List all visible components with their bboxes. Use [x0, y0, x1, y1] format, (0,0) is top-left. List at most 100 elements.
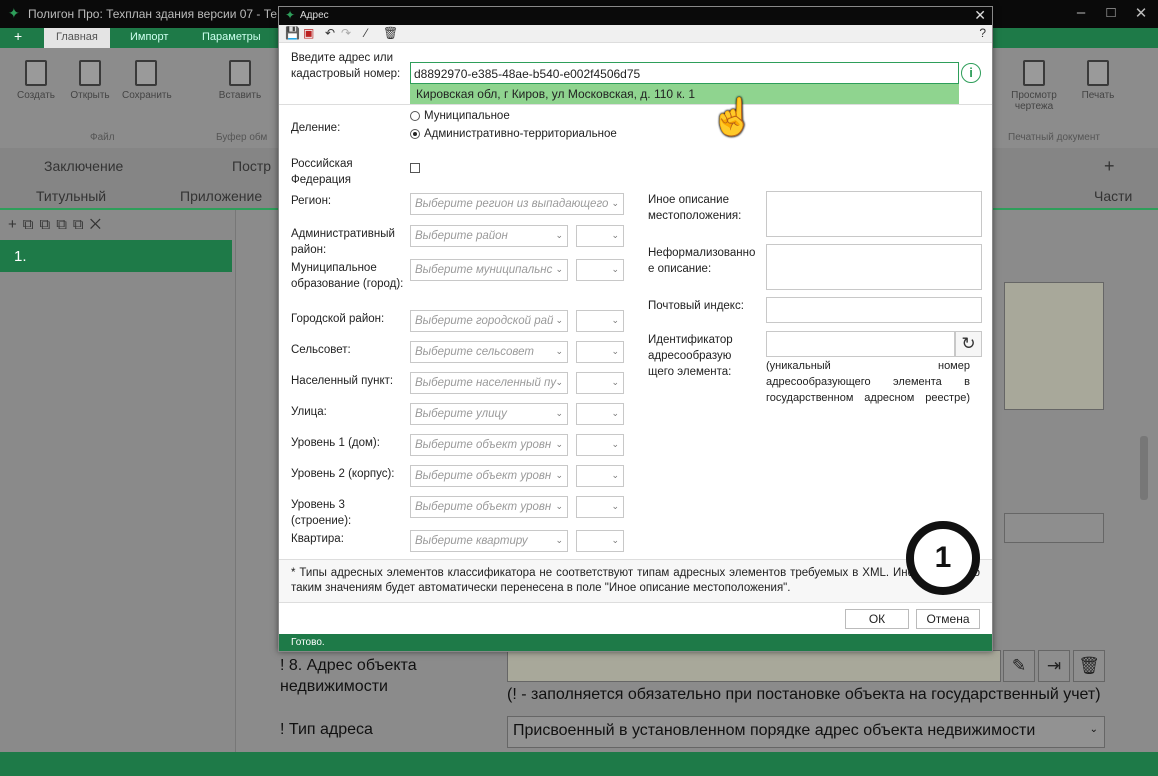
close-icon[interactable]: ✕	[974, 7, 986, 24]
division-label: Деление:	[291, 122, 341, 134]
chevron-down-icon: ⌄	[611, 198, 619, 208]
city-district-select[interactable]: Выберите городской рай ⌄	[410, 310, 568, 332]
dialog-toolbar: 💾 ▣ ↶ ↷ ⁄ 🗑 ?	[279, 25, 992, 43]
selsovet-label: Сельсовет:	[291, 344, 351, 356]
duplicate-item-icon[interactable]: ⧉	[39, 216, 56, 233]
chevron-down-icon: ⌄	[611, 470, 619, 480]
ok-button[interactable]: ОК	[845, 609, 909, 629]
id-field[interactable]	[766, 331, 955, 357]
chevron-down-icon: ⌄	[611, 408, 619, 418]
postal-label: Почтовый индекс:	[648, 300, 744, 312]
informal-field[interactable]	[766, 244, 982, 290]
print-icon	[1087, 60, 1109, 86]
open-label: Открыть	[70, 90, 110, 101]
selsovet-select[interactable]: Выберите сельсовет ⌄	[410, 341, 568, 363]
delete-item-icon[interactable]: ✕	[90, 216, 107, 233]
tab-home[interactable]: Главная	[44, 28, 110, 48]
add-icon[interactable]: +	[14, 28, 22, 44]
section-title-page[interactable]: Титульный	[36, 188, 106, 204]
help-icon[interactable]: ?	[979, 26, 986, 40]
preview-drawing-button[interactable]: Просмотр чертежа	[1010, 60, 1058, 112]
save-button[interactable]: Сохранить	[122, 60, 172, 101]
chevron-down-icon: ⌄	[611, 439, 619, 449]
level2-select[interactable]: Выберите объект уровн ⌄	[410, 465, 568, 487]
city-district-placeholder: Выберите городской рай	[415, 315, 554, 327]
city-district-label: Городской район:	[291, 313, 385, 325]
section-appendix[interactable]: Приложение	[180, 188, 262, 204]
municipal-placeholder: Выберите муниципальнс	[415, 264, 553, 276]
region-select[interactable]: Выберите регион из выпадающего ⌄	[410, 193, 624, 215]
import-icon[interactable]: ⇥	[1038, 650, 1070, 682]
create-button[interactable]: Создать	[12, 60, 60, 101]
other-location-label: Иное описание местоположения:	[648, 194, 742, 222]
level1-type-select[interactable]: ⌄	[576, 434, 624, 456]
maximize-icon[interactable]: □	[1100, 4, 1122, 21]
add-item-icon[interactable]: +	[8, 216, 23, 233]
level1-select[interactable]: Выберите объект уровн ⌄	[410, 434, 568, 456]
level3-type-select[interactable]: ⌄	[576, 496, 624, 518]
address-field[interactable]	[507, 650, 1001, 682]
section-parts[interactable]: Части	[1094, 188, 1132, 204]
add-section-icon[interactable]: +	[1104, 156, 1115, 177]
apartment-label: Квартира:	[291, 533, 344, 545]
trash-icon[interactable]: 🗑	[1073, 650, 1105, 682]
municipal-type-select[interactable]: ⌄	[576, 259, 624, 281]
rf-checkbox[interactable]	[410, 163, 420, 173]
chevron-down-icon: ⌄	[611, 501, 619, 511]
save-icon[interactable]: 💾	[285, 26, 300, 40]
chevron-down-icon: ⌄	[555, 408, 563, 418]
section-build[interactable]: Постр	[232, 158, 271, 174]
radio-administrative[interactable]	[410, 129, 420, 139]
level3-label: Уровень 3 (строение):	[291, 499, 352, 527]
locality-select[interactable]: Выберите населенный пу ⌄	[410, 372, 568, 394]
bg-field	[1004, 513, 1104, 543]
other-location-field[interactable]	[766, 191, 982, 237]
tab-parameters[interactable]: Параметры	[202, 31, 261, 43]
save-label: Сохранить	[122, 90, 172, 101]
redo-icon[interactable]: ↷	[341, 26, 351, 40]
chevron-down-icon: ⌄	[555, 346, 563, 356]
tab-import[interactable]: Импорт	[130, 31, 168, 43]
refresh-icon[interactable]: ↻	[955, 331, 982, 357]
street-select[interactable]: Выберите улицу ⌄	[410, 403, 568, 425]
level3-select[interactable]: Выберите объект уровн ⌄	[410, 496, 568, 518]
close-window-icon[interactable]: ✕	[1130, 4, 1152, 22]
scrollbar[interactable]	[1140, 436, 1148, 500]
apartment-select[interactable]: Выберите квартиру ⌄	[410, 530, 568, 552]
admin-district-placeholder: Выберите район	[415, 230, 508, 242]
info-icon[interactable]: i	[961, 63, 981, 83]
address-label: Введите адрес или кадастровый номер:	[291, 52, 401, 80]
city-district-type-select[interactable]: ⌄	[576, 310, 624, 332]
wand-icon[interactable]: ⁄	[365, 26, 367, 40]
postal-field[interactable]	[766, 297, 982, 323]
paste-button[interactable]: Вставить	[216, 60, 264, 101]
radio-municipal[interactable]	[410, 111, 420, 121]
address-suggestion[interactable]: Кировская обл, г Киров, ул Московская, д…	[410, 84, 959, 104]
address-type-select[interactable]: Присвоенный в установленном порядке адре…	[507, 716, 1105, 748]
open-button[interactable]: Открыть	[66, 60, 114, 101]
clear-icon[interactable]: ▣	[303, 26, 314, 40]
municipal-select[interactable]: Выберите муниципальнс ⌄	[410, 259, 568, 281]
section-conclusion[interactable]: Заключение	[44, 158, 123, 174]
print-button[interactable]: Печать	[1074, 60, 1122, 101]
address-input[interactable]: d8892970-e385-48ae-b540-e002f4506d75	[410, 62, 959, 84]
apartment-type-select[interactable]: ⌄	[576, 530, 624, 552]
edit-icon[interactable]: ✎	[1003, 650, 1035, 682]
copy-item-icon[interactable]: ⧉	[23, 216, 40, 233]
minimize-icon[interactable]: –	[1070, 4, 1092, 21]
move-item2-icon[interactable]: ⧉	[73, 216, 90, 233]
admin-district-select[interactable]: Выберите район ⌄	[410, 225, 568, 247]
group-file: Файл	[90, 132, 115, 143]
cancel-button[interactable]: Отмена	[916, 609, 980, 629]
dialog-logo-icon: ✦	[285, 8, 296, 22]
level2-type-select[interactable]: ⌄	[576, 465, 624, 487]
locality-type-select[interactable]: ⌄	[576, 372, 624, 394]
delete-icon[interactable]: 🗑	[383, 26, 398, 40]
chevron-down-icon: ⌄	[555, 315, 563, 325]
undo-icon[interactable]: ↶	[325, 26, 335, 40]
admin-district-type-select[interactable]: ⌄	[576, 225, 624, 247]
list-item-selected[interactable]: 1.	[0, 240, 232, 272]
move-item-icon[interactable]: ⧉	[56, 216, 73, 233]
selsovet-type-select[interactable]: ⌄	[576, 341, 624, 363]
street-type-select[interactable]: ⌄	[576, 403, 624, 425]
